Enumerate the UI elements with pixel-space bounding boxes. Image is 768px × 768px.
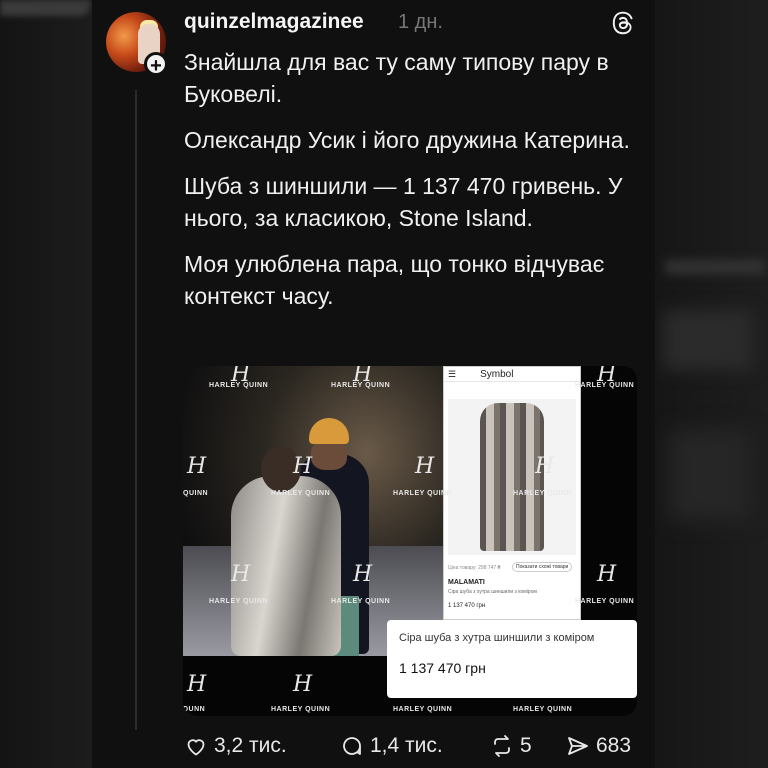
couple-photo (183, 366, 445, 656)
repost-count: 5 (520, 734, 532, 757)
repost-button[interactable]: 5 (490, 734, 532, 758)
watermark-logo-icon: H (231, 562, 251, 587)
post-image[interactable]: ☰ Symbol Ціна товару: 298 747 ₴ Показати… (183, 366, 637, 716)
price-card-title: Сіра шуба з хутра шиншили з коміром (399, 632, 595, 644)
watermark-logo-icon: H (597, 562, 617, 587)
post-paragraph: Моя улюблена пара, що тонко відчуває кон… (184, 251, 605, 309)
watermark-logo-icon: H (187, 454, 207, 479)
watermark-logo-icon: H (415, 454, 435, 479)
post-paragraph: Знайшла для вас ту саму типову пару в Бу… (184, 49, 609, 107)
watermark: QUINN (183, 490, 209, 497)
product-cost: 1 137 470 грн (448, 603, 486, 609)
post-text: Знайшла для вас ту саму типову пару в Бу… (184, 46, 644, 326)
watermark: HARLEY QUINN (393, 490, 453, 497)
watermark: HARLEY QUINN (209, 382, 269, 389)
watermark: HARLEY QUINN (271, 706, 331, 713)
menu-icon: ☰ (448, 368, 457, 379)
watermark: HARLEY QUINN (513, 706, 573, 713)
threads-logo-icon (612, 11, 633, 35)
post-paragraph: Олександр Усик і його дружина Катерина. (184, 127, 630, 153)
share-count: 683 (596, 734, 632, 757)
watermark-logo-icon: H (535, 454, 555, 479)
post-actions: 3,2 тис. 1,4 тис. 5 683 (92, 734, 655, 768)
watermark: HARLEY QUINN (331, 598, 391, 605)
watermark-logo-icon: H (187, 672, 207, 697)
follow-plus-button[interactable]: + (144, 52, 168, 77)
share-button[interactable]: 683 (566, 734, 631, 758)
watermark: HARLEY QUINN (331, 382, 391, 389)
comment-button[interactable]: 1,4 тис. (340, 734, 443, 758)
post-paragraph: Шуба з шиншили — 1 137 470 гривень. У нь… (184, 173, 623, 231)
thread-post: + quinzelmagazinee 1 дн. Знайшла для вас… (92, 0, 655, 768)
watermark: HARLEY QUINN (575, 598, 635, 605)
watermark: HARLEY QUINN (393, 706, 453, 713)
price-card-price: 1 137 470 грн (399, 660, 486, 676)
blurred-background-left (0, 0, 92, 768)
send-icon (568, 737, 588, 755)
thread-line (135, 90, 137, 730)
blurred-background-right (655, 0, 768, 768)
like-count: 3,2 тис. (214, 734, 287, 757)
site-title: Symbol (480, 368, 514, 380)
similar-items-button: Показати схожі товари (512, 562, 573, 572)
post-time: 1 дн. (398, 11, 443, 33)
watermark: HARLEY QUINN (575, 382, 635, 389)
heart-icon (187, 739, 205, 756)
small-price: Ціна товару: 298 747 ₴ (448, 565, 501, 571)
watermark: DUNN (183, 706, 206, 713)
username[interactable]: quinzelmagazinee (184, 10, 364, 34)
watermark-logo-icon: H (293, 454, 313, 479)
coat-image (448, 399, 576, 555)
like-button[interactable]: 3,2 тис. (184, 734, 287, 758)
watermark: HARLEY QUINN (271, 490, 331, 497)
repost-icon (494, 735, 510, 757)
watermark-logo-icon: H (353, 562, 373, 587)
price-card: Сіра шуба з хутра шиншили з коміром 1 13… (387, 620, 637, 698)
brand-name: MALAMATI (448, 579, 485, 586)
watermark-logo-icon: H (293, 672, 313, 697)
watermark: HARLEY QUINN (513, 490, 573, 497)
comment-count: 1,4 тис. (370, 734, 443, 757)
watermark: HARLEY QUINN (209, 598, 269, 605)
comment-icon (343, 737, 361, 755)
product-description: Сіра шуба з хутра шиншили з коміром (448, 589, 537, 595)
